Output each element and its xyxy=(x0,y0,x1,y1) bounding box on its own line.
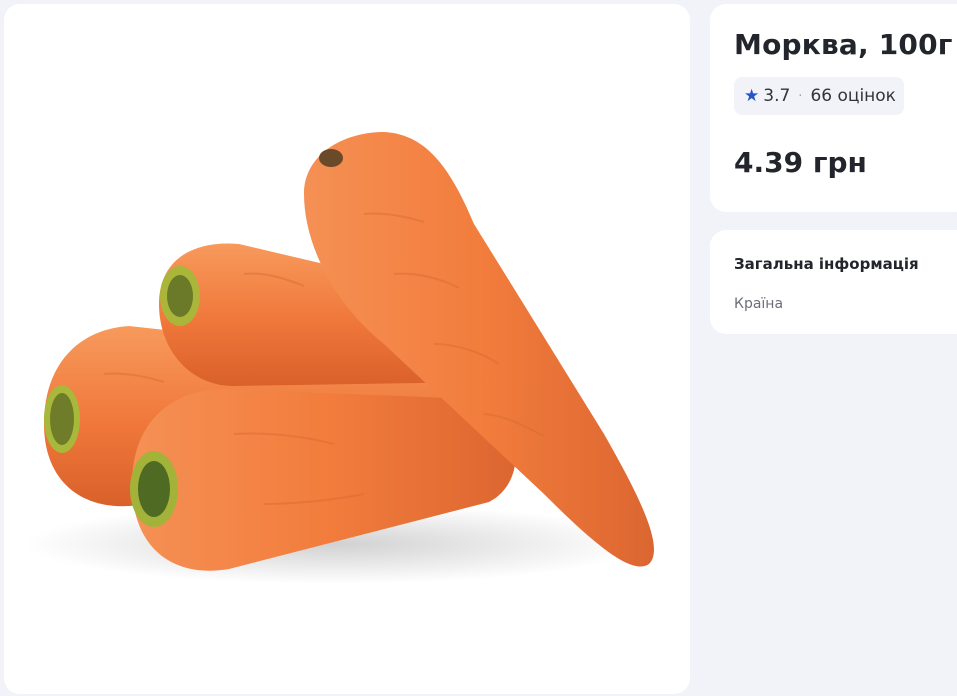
general-info-card: Загальна інформація Країна xyxy=(710,230,957,334)
rating-badge[interactable]: ★ 3.7 · 66 оцінок xyxy=(734,77,904,115)
rating-count: 66 оцінок xyxy=(810,86,896,106)
product-info-card: Морква, 100г ★ 3.7 · 66 оцінок 4.39 грн xyxy=(710,4,957,212)
rating-value: 3.7 xyxy=(763,86,791,106)
rating-separator: · xyxy=(798,88,803,104)
star-icon: ★ xyxy=(744,86,760,106)
product-price: 4.39 грн xyxy=(734,146,867,179)
product-image xyxy=(24,132,654,584)
general-info-heading: Загальна інформація xyxy=(734,255,919,273)
product-image-card[interactable] xyxy=(4,4,690,694)
country-label: Країна xyxy=(734,296,784,312)
product-title: Морква, 100г xyxy=(734,28,953,61)
